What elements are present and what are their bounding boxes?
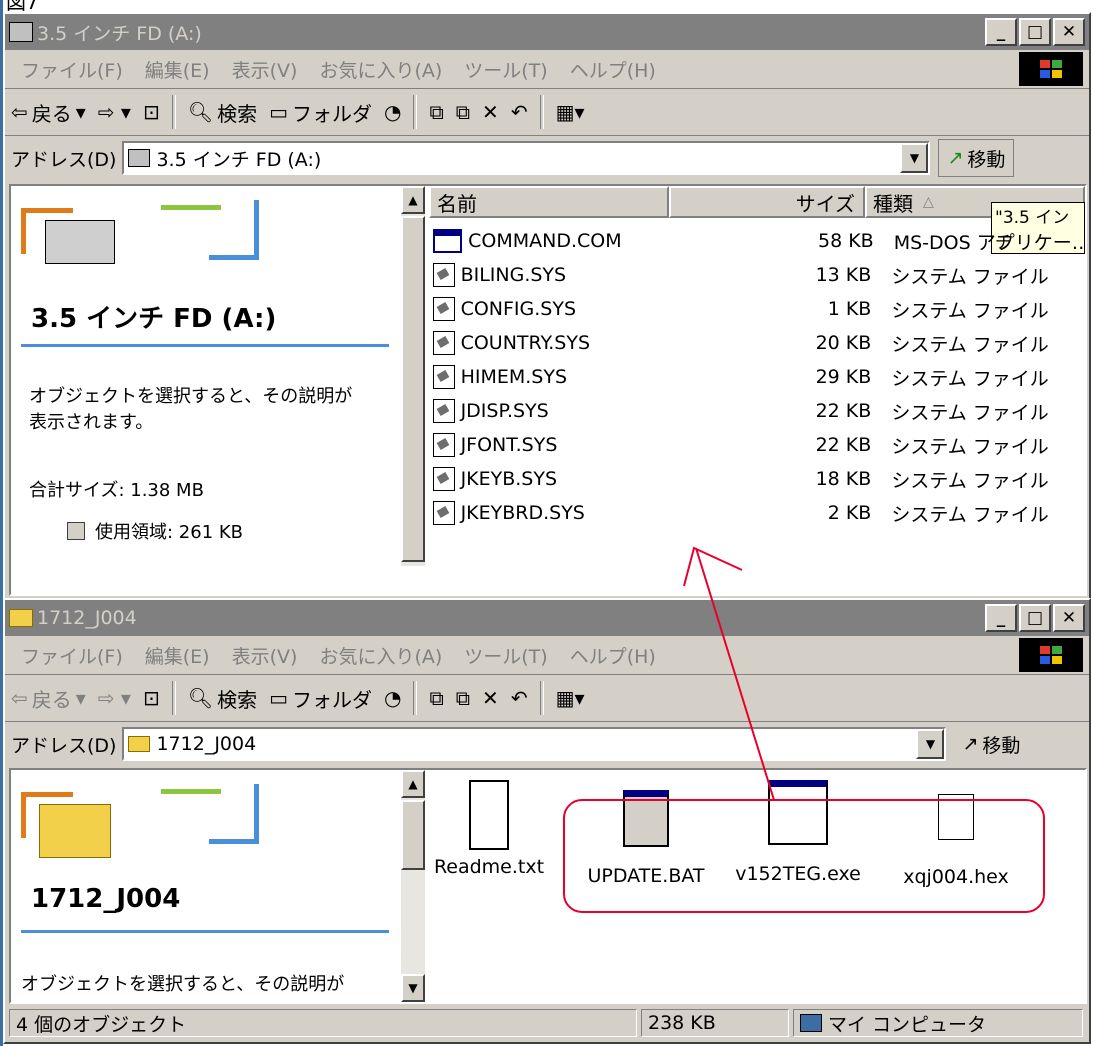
annotation-highlight-box — [563, 799, 1045, 913]
annotation-arrowhead — [683, 546, 743, 587]
annotation-overlay — [563, 546, 1045, 913]
annotation-arrow-line — [695, 547, 775, 801]
